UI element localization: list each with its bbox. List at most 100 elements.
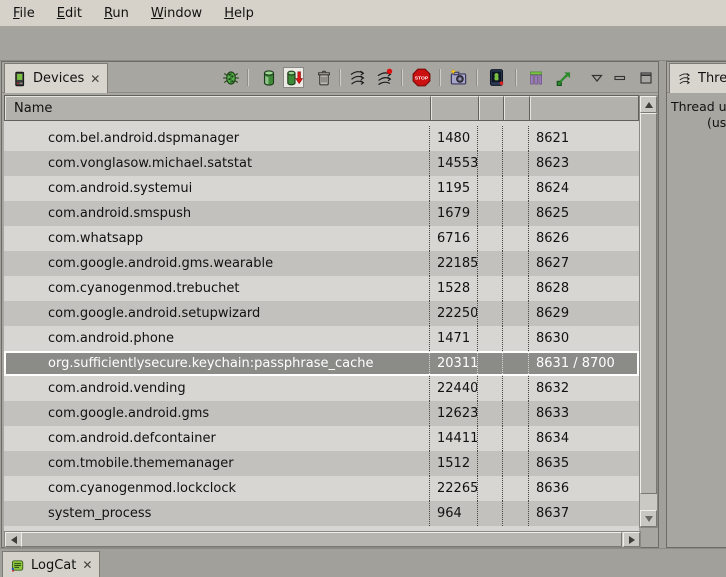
scroll-down-button[interactable] (640, 510, 657, 527)
table-row[interactable]: com.google.android.setupwizard 22250 862… (4, 301, 639, 326)
trash-icon (315, 69, 333, 87)
update-heap-button[interactable] (258, 67, 279, 88)
process-port: 8635 (529, 451, 639, 476)
table-row[interactable]: com.android.systemui 1195 8624 (4, 176, 639, 201)
process-col3 (478, 201, 503, 226)
debug-process-button[interactable] (220, 67, 241, 88)
table-row[interactable]: com.android.phone 1471 8630 (4, 326, 639, 351)
table-row[interactable]: com.android.smspush 1679 8625 (4, 201, 639, 226)
process-col4 (503, 401, 529, 426)
process-col3 (478, 176, 503, 201)
screen-capture-button[interactable] (448, 67, 469, 88)
scroll-right-button[interactable] (623, 532, 640, 547)
menu-window[interactable]: Window (140, 3, 213, 24)
vertical-scrollbar[interactable] (639, 95, 658, 528)
process-port: 8636 (529, 476, 639, 501)
process-pid: 22185 (430, 251, 478, 276)
menu-help[interactable]: Help (213, 3, 265, 24)
thread-activity-button[interactable] (525, 67, 546, 88)
process-col3 (478, 151, 503, 176)
menu-edit[interactable]: Edit (46, 3, 93, 24)
table-row[interactable]: com.android.defcontainer 14411 8634 (4, 426, 639, 451)
process-col4 (503, 301, 529, 326)
table-row[interactable]: system_process 964 8637 (4, 501, 639, 526)
table-row[interactable]: com.cyanogenmod.lockclock 22265 8636 (4, 476, 639, 501)
process-port: 8623 (529, 151, 639, 176)
process-name: com.bel.android.dspmanager (4, 126, 430, 151)
column-header-name[interactable]: Name (5, 96, 431, 120)
view-menu-button[interactable] (586, 67, 607, 88)
minimize-icon (612, 70, 628, 86)
table-row[interactable]: org.sufficientlysecure.keychain:passphra… (4, 351, 639, 376)
process-col4 (503, 276, 529, 301)
dump-hprof-button[interactable] (283, 67, 304, 88)
update-threads-button[interactable] (347, 67, 368, 88)
process-name: com.tmobile.thememanager (4, 451, 430, 476)
devices-view: Devices ✕ (1, 61, 659, 548)
column-header-port[interactable] (530, 96, 638, 120)
process-name: com.android.smspush (4, 201, 430, 226)
main-toolbar (0, 26, 726, 61)
process-name: com.google.android.gms (4, 401, 430, 426)
green-arrow-icon (555, 69, 573, 87)
close-icon[interactable]: ✕ (82, 559, 92, 571)
arrow-up-icon (645, 102, 653, 108)
table-row[interactable]: com.google.android.gms.wearable 22185 86… (4, 251, 639, 276)
tab-threads-label: Threads (698, 71, 726, 86)
scroll-up-button[interactable] (640, 96, 657, 113)
tab-devices-label: Devices (33, 71, 84, 86)
close-icon[interactable]: ✕ (90, 73, 100, 85)
process-pid: 1528 (430, 276, 478, 301)
device-android-icon (487, 68, 506, 87)
process-col3 (478, 376, 503, 401)
column-header-col3[interactable] (479, 96, 504, 120)
maximize-button[interactable] (635, 67, 656, 88)
process-col3 (478, 501, 503, 526)
process-col4 (503, 376, 529, 401)
tab-devices[interactable]: Devices ✕ (4, 63, 108, 93)
tab-logcat[interactable]: LogCat ✕ (2, 551, 100, 577)
table-row[interactable]: com.google.android.gms 12623 8633 (4, 401, 639, 426)
table-row[interactable]: com.cyanogenmod.trebuchet 1528 8628 (4, 276, 639, 301)
vertical-scrollbar-thumb[interactable] (640, 113, 657, 494)
process-col4 (503, 351, 529, 376)
logcat-tab-bar: LogCat ✕ (0, 548, 726, 577)
menu-file[interactable]: File (2, 3, 46, 24)
start-tracing-button[interactable] (553, 67, 574, 88)
table-row[interactable]: com.whatsapp 6716 8626 (4, 226, 639, 251)
table-row[interactable]: com.android.vending 22440 8632 (4, 376, 639, 401)
process-pid: 22440 (430, 376, 478, 401)
cause-gc-button[interactable] (313, 67, 334, 88)
table-row[interactable]: com.vonglasow.michael.satstat 14553 8623 (4, 151, 639, 176)
process-port: 8625 (529, 201, 639, 226)
process-name: com.android.phone (4, 326, 430, 351)
scroll-left-button[interactable] (5, 532, 22, 547)
column-header-pid[interactable] (431, 96, 479, 120)
stop-process-button[interactable]: STOP (411, 67, 432, 88)
process-port: 8627 (529, 251, 639, 276)
start-method-profiling-button[interactable] (374, 67, 395, 88)
process-col4 (503, 426, 529, 451)
process-col4 (503, 476, 529, 501)
process-col3 (478, 226, 503, 251)
arrow-down-icon (645, 516, 653, 522)
process-port: 8630 (529, 326, 639, 351)
tab-threads[interactable]: Threads (669, 63, 726, 93)
process-pid: 1471 (430, 326, 478, 351)
minimize-button[interactable] (609, 67, 630, 88)
toolbar-separator (515, 69, 517, 86)
horizontal-scrollbar[interactable] (4, 531, 641, 548)
process-port: 8634 (529, 426, 639, 451)
horizontal-scrollbar-thumb[interactable] (21, 532, 622, 547)
process-name: com.whatsapp (4, 226, 430, 251)
screen-record-button[interactable] (486, 67, 507, 88)
profiling-bars-icon (527, 69, 545, 87)
bug-icon (222, 69, 240, 87)
table-row[interactable]: com.bel.android.dspmanager 1480 8621 (4, 126, 639, 151)
column-header-col4[interactable] (504, 96, 530, 120)
threads-icon (348, 68, 367, 87)
menu-run[interactable]: Run (93, 3, 140, 24)
table-row[interactable]: com.tmobile.thememanager 1512 8635 (4, 451, 639, 476)
process-pid: 1512 (430, 451, 478, 476)
threads-red-dot-icon (375, 68, 394, 87)
